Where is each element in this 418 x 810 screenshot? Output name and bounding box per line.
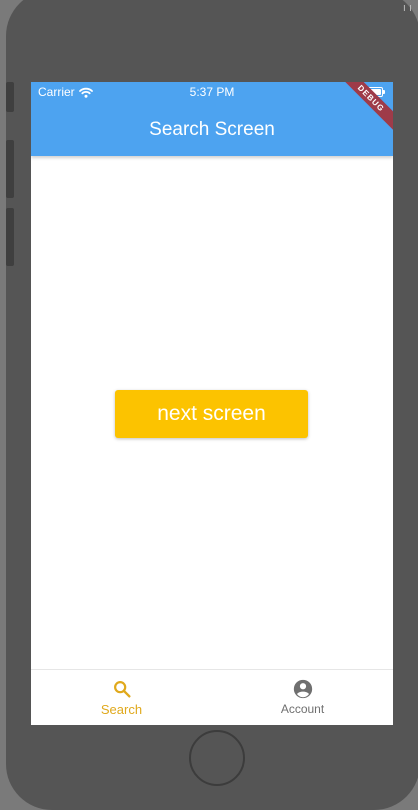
tab-account-label: Account (280, 702, 325, 716)
account-circle-icon (293, 679, 312, 699)
frame-edge-marks: ı ı (402, 2, 412, 14)
search-icon (113, 681, 131, 698)
mute-switch (6, 82, 14, 112)
next-screen-button[interactable]: next screen (115, 390, 308, 438)
content-area: next screen (31, 156, 393, 670)
app-bar: Carrier 5:37 PM Search Screen DEBUG (31, 82, 393, 156)
page-title: Search Screen (149, 119, 275, 140)
phone-screen: Carrier 5:37 PM Search Screen DEBUG next… (31, 82, 393, 725)
status-time: 5:37 PM (189, 85, 235, 99)
volume-up-button (6, 140, 14, 198)
home-button[interactable] (189, 730, 245, 786)
status-bar: Carrier 5:37 PM (31, 82, 393, 102)
tab-search-label: Search (100, 702, 143, 717)
volume-down-button (6, 208, 14, 266)
tab-account[interactable]: Account (212, 670, 393, 725)
tab-search[interactable]: Search (31, 670, 212, 725)
bottom-navigation: Search Account (31, 669, 393, 725)
